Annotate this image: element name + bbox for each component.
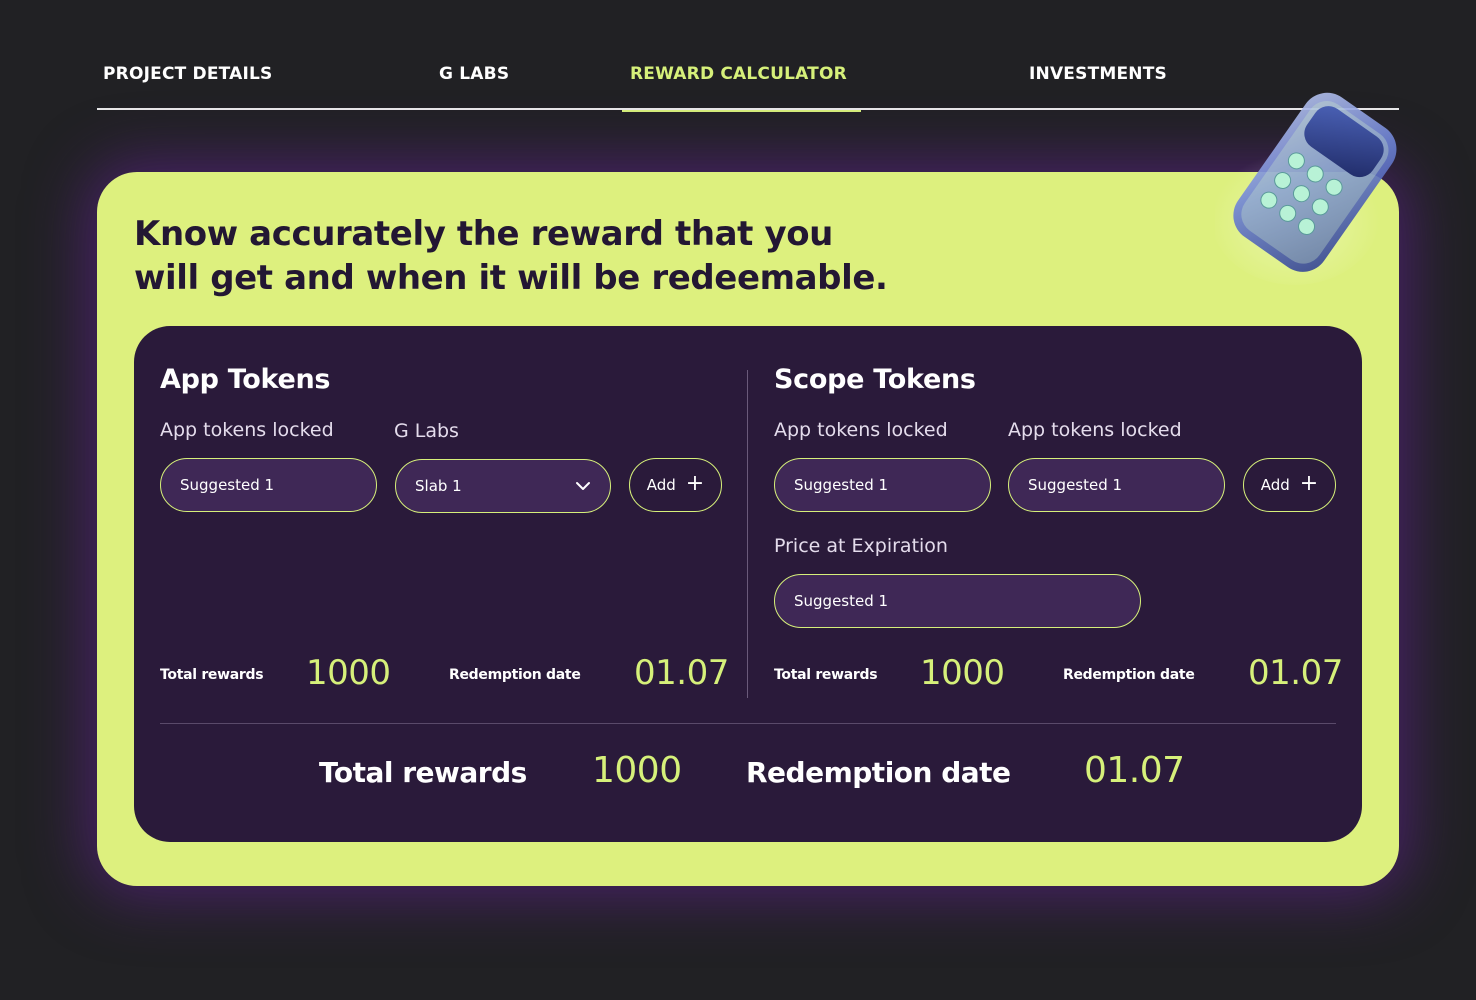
scope-locked-input-1[interactable]: Suggested 1 (774, 458, 991, 512)
summary-total-rewards-label: Total rewards (319, 756, 527, 789)
app-redemption-date-label: Redemption date (449, 667, 581, 683)
headline-line-1: Know accurately the reward that you (134, 214, 833, 254)
tab-bar: PROJECT DETAILS G LABS REWARD CALCULATOR… (97, 52, 1399, 112)
app-tokens-locked-input[interactable]: Suggested 1 (160, 458, 377, 512)
reward-calculator-page: PROJECT DETAILS G LABS REWARD CALCULATOR… (0, 0, 1476, 1000)
summary-total-rewards-value: 1000 (592, 750, 682, 791)
app-total-rewards-value: 1000 (306, 653, 391, 693)
tab-reward-calculator[interactable]: REWARD CALCULATOR (622, 64, 861, 112)
scope-locked-value-2: Suggested 1 (1028, 476, 1123, 494)
add-button-label: Add (646, 476, 676, 494)
plus-icon: + (685, 471, 705, 496)
scope-tokens-title: Scope Tokens (774, 364, 976, 395)
page-headline: Know accurately the reward that you will… (134, 212, 1094, 300)
price-at-expiration-input[interactable]: Suggested 1 (774, 574, 1141, 628)
app-tokens-add-button[interactable]: Add + (629, 458, 722, 512)
plus-icon: + (1299, 471, 1319, 496)
app-tokens-locked-label: App tokens locked (160, 419, 334, 441)
g-labs-select[interactable]: Slab 1 (395, 459, 611, 513)
calculator-panel: App Tokens App tokens locked G Labs Sugg… (134, 326, 1362, 842)
scope-redemption-date-label: Redemption date (1063, 667, 1195, 683)
scope-total-rewards-value: 1000 (920, 653, 1005, 693)
app-tokens-title: App Tokens (160, 364, 331, 395)
tab-g-labs[interactable]: G LABS (439, 64, 509, 110)
summary-redemption-date-value: 01.07 (1084, 750, 1185, 791)
app-redemption-date-value: 01.07 (634, 653, 729, 693)
column-divider (747, 370, 748, 698)
scope-redemption-date-value: 01.07 (1248, 653, 1343, 693)
headline-line-2: will get and when it will be redeemable. (134, 258, 888, 298)
tab-investments[interactable]: INVESTMENTS (1029, 64, 1167, 110)
scope-locked-label-1: App tokens locked (774, 419, 948, 441)
app-total-rewards-label: Total rewards (160, 667, 264, 683)
scope-locked-input-2[interactable]: Suggested 1 (1008, 458, 1225, 512)
scope-total-rewards-label: Total rewards (774, 667, 878, 683)
price-at-expiration-label: Price at Expiration (774, 535, 948, 557)
app-tokens-locked-value: Suggested 1 (180, 476, 275, 494)
price-at-expiration-value: Suggested 1 (794, 592, 889, 610)
chevron-down-icon (576, 482, 590, 490)
scope-locked-label-2: App tokens locked (1008, 419, 1182, 441)
g-labs-selected-value: Slab 1 (415, 477, 462, 495)
tab-project-details[interactable]: PROJECT DETAILS (103, 64, 273, 110)
scope-locked-value-1: Suggested 1 (794, 476, 889, 494)
scope-tokens-add-button[interactable]: Add + (1243, 458, 1336, 512)
summary-divider (160, 723, 1336, 724)
summary-redemption-date-label: Redemption date (746, 756, 1011, 789)
add-button-label: Add (1260, 476, 1290, 494)
g-labs-label: G Labs (394, 420, 459, 442)
